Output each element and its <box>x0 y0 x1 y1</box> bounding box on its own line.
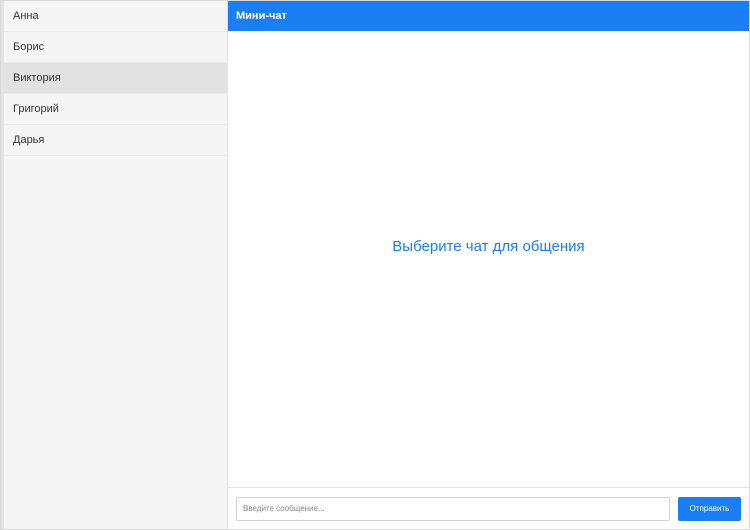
contact-item-viktoriya[interactable]: Виктория <box>1 63 227 94</box>
message-composer: Отправить <box>228 487 749 529</box>
chat-header: Мини-чат <box>228 1 749 31</box>
select-chat-placeholder: Выберите чат для общения <box>392 237 585 255</box>
contact-item-grigoriy[interactable]: Григорий <box>1 94 227 125</box>
contact-item-anna[interactable]: Анна <box>1 1 227 32</box>
chat-title: Мини-чат <box>236 10 287 22</box>
messages-area: Выберите чат для общения <box>228 31 749 487</box>
contact-item-boris[interactable]: Борис <box>1 32 227 63</box>
sidebar-edge <box>1 1 4 529</box>
contact-item-darya[interactable]: Дарья <box>1 125 227 156</box>
contacts-sidebar: Анна Борис Виктория Григорий Дарья <box>1 1 228 529</box>
chat-app: Анна Борис Виктория Григорий Дарья Мини-… <box>0 0 750 530</box>
chat-panel: Мини-чат Выберите чат для общения Отправ… <box>228 1 749 529</box>
message-input[interactable] <box>236 496 670 521</box>
send-button[interactable]: Отправить <box>678 496 741 521</box>
contact-list: Анна Борис Виктория Григорий Дарья <box>1 1 227 156</box>
